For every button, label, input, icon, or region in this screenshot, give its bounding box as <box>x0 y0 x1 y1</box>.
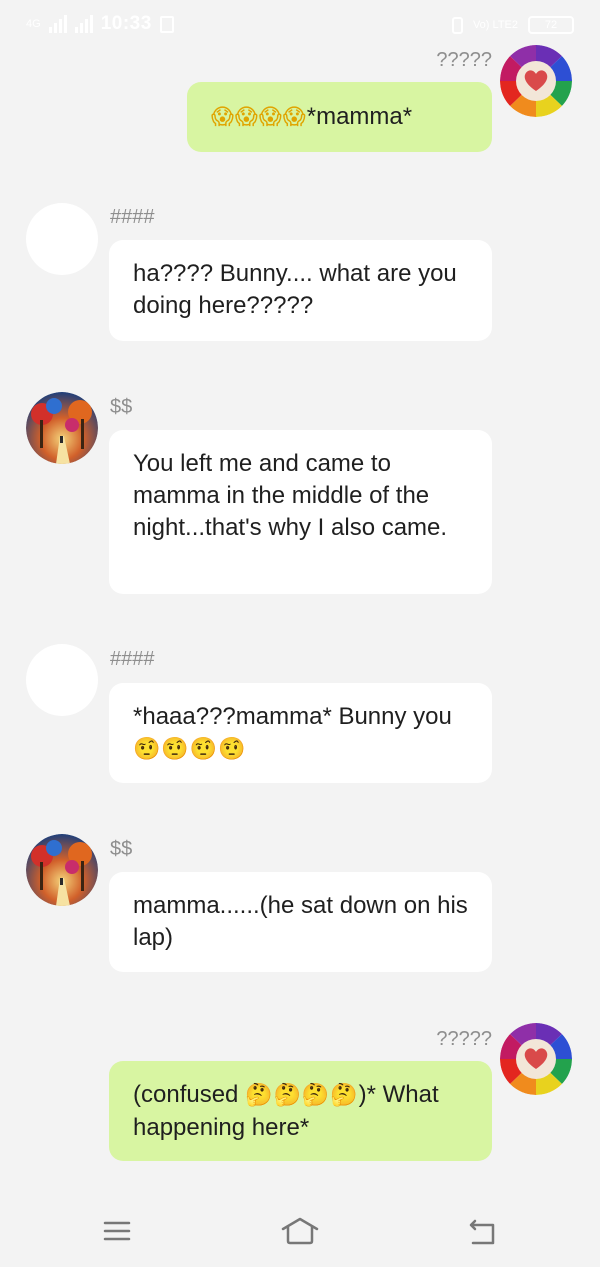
clock: 10:33 <box>100 13 152 34</box>
network-label: 4G <box>26 18 41 30</box>
back-icon[interactable] <box>465 1215 499 1252</box>
blank-avatar[interactable] <box>26 203 98 275</box>
sender-name: $$ <box>110 396 133 418</box>
message-text: You left me and came to mamma in the mid… <box>133 450 448 541</box>
sender-name: ????? <box>436 49 492 71</box>
raised-eyebrow-emoji: 🤨🤨🤨🤨 <box>133 737 247 762</box>
fearful-emoji: 😱😱😱😱 <box>211 105 307 130</box>
navigation-bar <box>0 1195 600 1267</box>
battery-icon: 72 <box>528 16 574 34</box>
sender-name: ????? <box>436 1028 492 1050</box>
message-bubble[interactable]: ha???? Bunny.... what are you doing here… <box>109 240 492 341</box>
status-bar: 4G 10:33 Vo) LTE2 72 <box>0 0 600 52</box>
pencil-heart-avatar[interactable] <box>500 1023 572 1095</box>
sender-name: $$ <box>110 838 133 860</box>
sender-name: #### <box>110 206 155 228</box>
message-text: ha???? Bunny.... what are you doing here… <box>133 260 457 319</box>
menu-icon[interactable] <box>101 1215 133 1250</box>
status-right: Vo) LTE2 72 <box>451 16 574 34</box>
message-text: *haaa???mamma* Bunny you <box>133 703 452 730</box>
home-icon[interactable] <box>279 1215 321 1252</box>
painted-forest-avatar[interactable] <box>26 834 98 906</box>
message-bubble[interactable]: 😱😱😱😱*mamma* <box>187 82 492 152</box>
signal-icon <box>48 15 67 33</box>
battery-level: 72 <box>544 19 558 31</box>
vibrate-icon <box>451 16 463 34</box>
sender-name: #### <box>110 648 155 670</box>
painted-forest-avatar[interactable] <box>26 392 98 464</box>
message-bubble[interactable]: mamma......(he sat down on his lap) <box>109 872 492 972</box>
message-text: *mamma* <box>306 103 413 130</box>
message-text-before: (confused <box>133 1081 246 1108</box>
pencil-heart-avatar[interactable] <box>500 45 572 117</box>
blank-avatar[interactable] <box>26 644 98 716</box>
signal-icon-2 <box>74 15 93 33</box>
sim-icon <box>159 15 174 33</box>
status-left: 4G 10:33 <box>26 13 174 35</box>
volte-label: Vo) LTE2 <box>472 19 518 31</box>
message-text: mamma......(he sat down on his lap) <box>133 892 468 951</box>
message-bubble[interactable]: *haaa???mamma* Bunny you 🤨🤨🤨🤨 <box>109 683 492 783</box>
message-bubble[interactable]: You left me and came to mamma in the mid… <box>109 430 492 594</box>
thinking-emoji: 🤔🤔🤔🤔 <box>245 1083 359 1108</box>
message-bubble[interactable]: (confused 🤔🤔🤔🤔)* What happening here* <box>109 1061 492 1161</box>
